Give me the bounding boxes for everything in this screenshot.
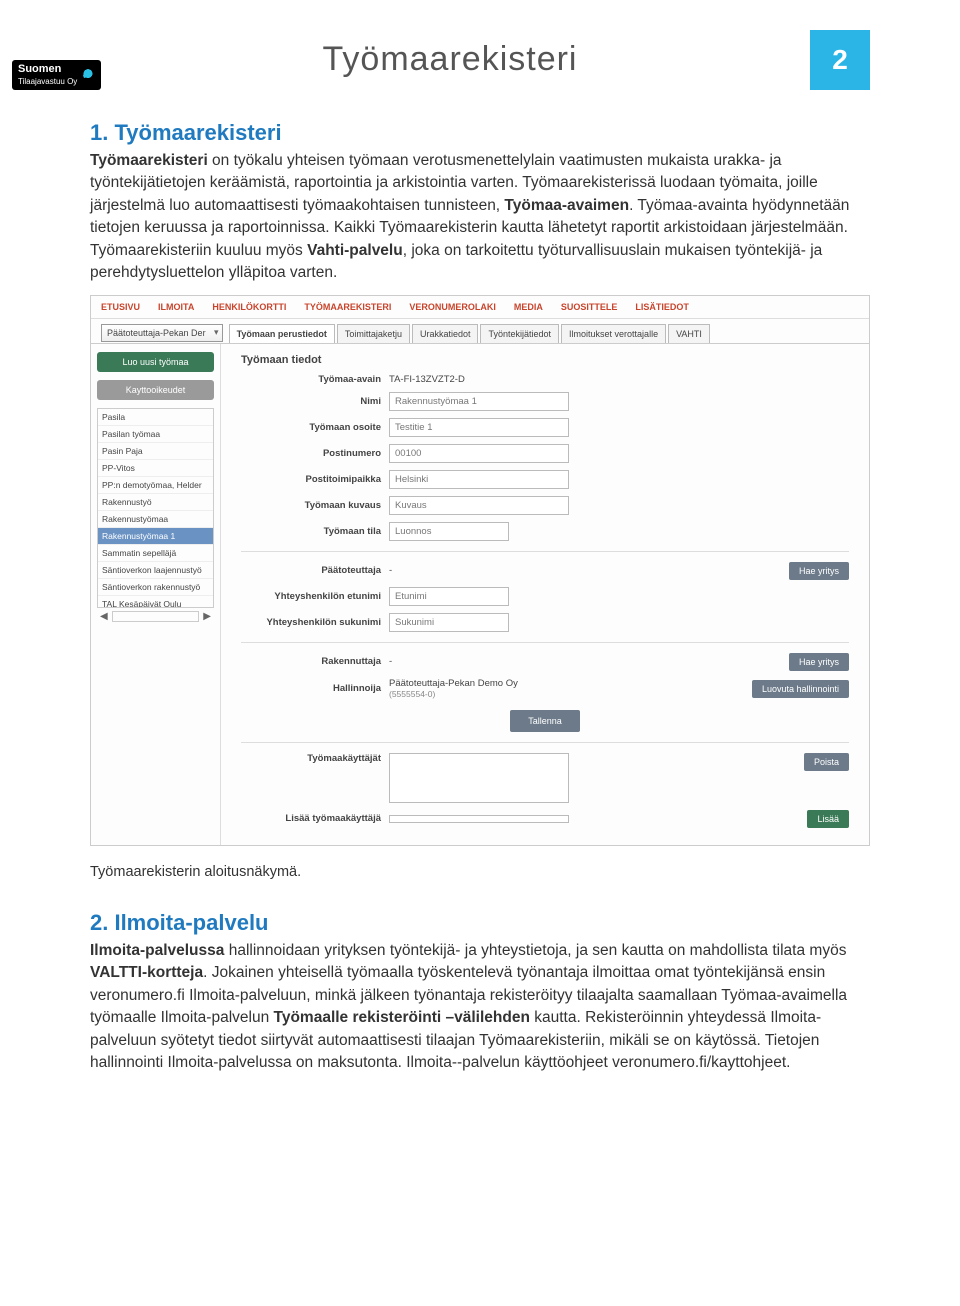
status-label: Työmaan tila <box>241 526 381 537</box>
tab-item[interactable]: Toimittajaketju <box>337 324 410 343</box>
list-item[interactable]: Rakennustyömaa 1 <box>98 528 213 545</box>
brand-logo: Suomen Tilaajavastuu Oy <box>12 60 101 90</box>
create-site-button[interactable]: Luo uusi työmaa <box>97 352 214 372</box>
form-title: Työmaan tiedot <box>241 354 849 366</box>
permissions-button[interactable]: Kayttooikeudet <box>97 380 214 400</box>
admin-label: Hallinnoija <box>241 683 381 694</box>
tab-item[interactable]: Työntekijätiedot <box>480 324 559 343</box>
tab-item[interactable]: VAHTI <box>668 324 710 343</box>
nav-item[interactable]: VERONUMEROLAKI <box>409 302 496 312</box>
admin-value: Päätoteuttaja-Pekan Demo Oy <box>389 678 518 689</box>
list-item[interactable]: Säntioverkon rakennustyö <box>98 579 213 596</box>
main-nav: ETUSIVU ILMOITA HENKILÖKORTTI TYÖMAAREKISTE… <box>91 296 869 319</box>
list-item[interactable]: Pasila <box>98 409 213 426</box>
site-users-label: Työmaakäyttäjät <box>241 753 381 764</box>
builder-label: Rakennuttaja <box>241 656 381 667</box>
builder-value: - <box>389 656 392 667</box>
list-item[interactable]: TAL Kesäpäivät Oulu <box>98 596 213 608</box>
name-label: Nimi <box>241 396 381 407</box>
tab-bar: Päätoteuttaja-Pekan Der Työmaan perustie… <box>91 319 869 344</box>
page-number-badge: 2 <box>810 30 870 90</box>
list-item[interactable]: Rakennustyömaa <box>98 511 213 528</box>
list-item[interactable]: Pasin Paja <box>98 443 213 460</box>
admin-ytunnus: (5555554-0) <box>389 689 435 699</box>
logo-top: Suomen <box>18 63 61 75</box>
list-item[interactable]: PP-Vitos <box>98 460 213 477</box>
nav-item[interactable]: MEDIA <box>514 302 543 312</box>
postal-label: Postinumero <box>241 448 381 459</box>
main-contractor-label: Päätoteuttaja <box>241 565 381 576</box>
contact-first-input[interactable]: Etunimi <box>389 587 509 606</box>
site-users-list[interactable] <box>389 753 569 803</box>
nav-item[interactable]: HENKILÖKORTTI <box>212 302 286 312</box>
list-item[interactable]: Rakennustyö <box>98 494 213 511</box>
tab-item[interactable]: Ilmoitukset verottajalle <box>561 324 666 343</box>
site-key-value: TA-FI-13ZVZT2-D <box>389 374 465 385</box>
sidebar: Luo uusi työmaa Kayttooikeudet PasilaPas… <box>91 344 221 845</box>
desc-input[interactable]: Kuvaus <box>389 496 569 515</box>
add-user-button[interactable]: Lisää <box>807 810 849 828</box>
nav-item[interactable]: SUOSITTELE <box>561 302 618 312</box>
find-company-button-1[interactable]: Hae yritys <box>789 562 849 580</box>
section-1-body: Työmaarekisteri on työkalu yhteisen työm… <box>90 150 870 285</box>
list-item[interactable]: Sammatin sepelläjä <box>98 545 213 562</box>
address-label: Työmaan osoite <box>241 422 381 433</box>
list-item[interactable]: Pasilan työmaa <box>98 426 213 443</box>
desc-label: Työmaan kuvaus <box>241 500 381 511</box>
tab-item[interactable]: Urakkatiedot <box>412 324 479 343</box>
tab-item[interactable]: Työmaan perustiedot <box>229 324 335 343</box>
find-company-button-2[interactable]: Hae yritys <box>789 653 849 671</box>
company-dropdown[interactable]: Päätoteuttaja-Pekan Der <box>101 324 223 342</box>
contact-last-label: Yhteyshenkilön sukunimi <box>241 617 381 628</box>
screenshot-caption: Työmaarekisterin aloitusnäkymä. <box>90 864 870 880</box>
page-title: Työmaarekisteri <box>90 40 810 79</box>
address-input[interactable]: Testitie 1 <box>389 418 569 437</box>
check-icon <box>81 68 95 82</box>
section-2-body: Ilmoita-palvelussa hallinnoidaan yrityks… <box>90 940 870 1075</box>
nav-item[interactable]: ILMOITA <box>158 302 194 312</box>
add-user-input[interactable] <box>389 815 569 823</box>
app-screenshot: ETUSIVU ILMOITA HENKILÖKORTTI TYÖMAAREKISTE… <box>90 295 870 846</box>
section-1-heading: 1. Työmaarekisteri <box>90 120 870 146</box>
status-select[interactable]: Luonnos <box>389 522 509 541</box>
postal-input[interactable]: 00100 <box>389 444 569 463</box>
list-item[interactable]: Säntioverkon laajennustyö <box>98 562 213 579</box>
list-scroll[interactable]: ◀▶ <box>97 608 214 625</box>
contact-first-label: Yhteyshenkilön etunimi <box>241 591 381 602</box>
name-input[interactable]: Rakennustyömaa 1 <box>389 392 569 411</box>
city-input[interactable]: Helsinki <box>389 470 569 489</box>
save-button[interactable]: Tallenna <box>510 710 580 732</box>
remove-user-button[interactable]: Poista <box>804 753 849 771</box>
city-label: Postitoimipaikka <box>241 474 381 485</box>
form-panel: Työmaan tiedot Työmaa-avain TA-FI-13ZVZT2… <box>221 344 869 845</box>
contact-last-input[interactable]: Sukunimi <box>389 613 509 632</box>
add-user-label: Lisää työmaakäyttäjä <box>241 813 381 824</box>
logo-bottom: Tilaajavastuu Oy <box>18 77 77 86</box>
section-2-heading: 2. Ilmoita-palvelu <box>90 910 870 936</box>
nav-item[interactable]: TYÖMAAREKISTERI <box>304 302 391 312</box>
nav-item[interactable]: ETUSIVU <box>101 302 140 312</box>
nav-item[interactable]: LISÄTIEDOT <box>635 302 689 312</box>
transfer-admin-button[interactable]: Luovuta hallinnointi <box>752 680 849 698</box>
site-key-label: Työmaa-avain <box>241 374 381 385</box>
site-list: PasilaPasilan työmaaPasin PajaPP-VitosPP… <box>97 408 214 608</box>
main-contractor-value: - <box>389 565 392 576</box>
list-item[interactable]: PP:n demotyömaa, Helder <box>98 477 213 494</box>
